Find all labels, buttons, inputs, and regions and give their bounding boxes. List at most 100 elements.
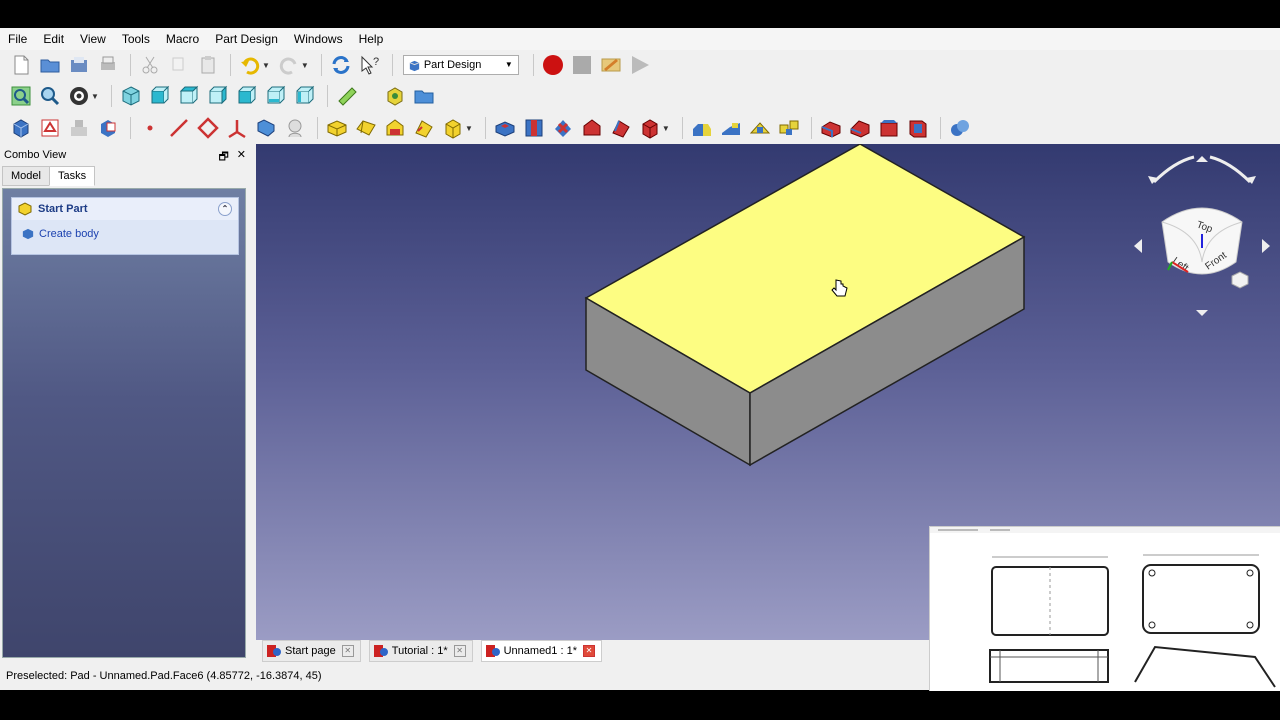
polar-pattern-button[interactable] bbox=[747, 115, 773, 141]
collapse-icon[interactable]: ⌃ bbox=[218, 202, 232, 216]
view-right-button[interactable] bbox=[205, 83, 231, 109]
view-rear-button[interactable] bbox=[234, 83, 260, 109]
menu-macro[interactable]: Macro bbox=[158, 28, 207, 50]
edit-macro-button[interactable] bbox=[598, 52, 624, 78]
reference-drawing-overlay bbox=[929, 526, 1280, 691]
create-group-button[interactable] bbox=[411, 83, 437, 109]
close-icon[interactable]: ✕ bbox=[583, 645, 595, 657]
paste-button[interactable] bbox=[195, 52, 221, 78]
save-button[interactable] bbox=[66, 52, 92, 78]
chevron-down-icon[interactable]: ▼ bbox=[465, 124, 473, 133]
draw-style-button[interactable] bbox=[66, 83, 92, 109]
menu-part-design[interactable]: Part Design bbox=[207, 28, 286, 50]
menu-tools[interactable]: Tools bbox=[114, 28, 158, 50]
fit-all-button[interactable] bbox=[8, 83, 34, 109]
additive-loft-button[interactable] bbox=[382, 115, 408, 141]
measure-button[interactable] bbox=[334, 83, 360, 109]
arrow-left-icon[interactable] bbox=[1134, 239, 1142, 253]
rotate-right-arrow[interactable] bbox=[1209, 155, 1252, 184]
create-body-link[interactable]: Create body bbox=[12, 220, 238, 240]
doc-tab-unnamed1[interactable]: Unnamed1 : 1* ✕ bbox=[480, 640, 602, 662]
chevron-down-icon[interactable]: ▼ bbox=[262, 61, 270, 70]
menu-file[interactable]: File bbox=[0, 28, 35, 50]
redo-button[interactable] bbox=[276, 52, 302, 78]
validate-sketch-button[interactable] bbox=[66, 115, 92, 141]
subtractive-primitive-button[interactable] bbox=[637, 115, 663, 141]
navigation-cube[interactable]: Top Left Front bbox=[1134, 155, 1270, 316]
local-cs-button[interactable] bbox=[224, 115, 250, 141]
multitransform-button[interactable] bbox=[776, 115, 802, 141]
tab-tasks[interactable]: Tasks bbox=[48, 166, 96, 186]
additive-primitive-button[interactable] bbox=[440, 115, 466, 141]
separator bbox=[130, 117, 131, 139]
arrow-up-icon[interactable] bbox=[1196, 156, 1208, 162]
create-part-button[interactable] bbox=[382, 83, 408, 109]
groove-button[interactable] bbox=[550, 115, 576, 141]
hole-button[interactable] bbox=[521, 115, 547, 141]
subtractive-loft-button[interactable] bbox=[579, 115, 605, 141]
copy-button[interactable] bbox=[166, 52, 192, 78]
stop-macro-button[interactable] bbox=[569, 52, 595, 78]
linear-pattern-button[interactable] bbox=[718, 115, 744, 141]
menu-edit[interactable]: Edit bbox=[35, 28, 72, 50]
view-top-button[interactable] bbox=[176, 83, 202, 109]
print-icon bbox=[101, 56, 115, 70]
separator bbox=[810, 117, 812, 139]
datum-point-button[interactable] bbox=[137, 115, 163, 141]
boolean-button[interactable] bbox=[947, 115, 973, 141]
close-icon[interactable]: ✕ bbox=[453, 645, 466, 657]
print-button[interactable] bbox=[95, 52, 121, 78]
clone-button[interactable] bbox=[282, 115, 308, 141]
refresh-button[interactable] bbox=[328, 52, 354, 78]
shape-binder-button[interactable] bbox=[253, 115, 279, 141]
chevron-down-icon[interactable]: ▼ bbox=[91, 92, 99, 101]
chamfer-button[interactable] bbox=[847, 115, 873, 141]
subtractive-pipe-button[interactable] bbox=[608, 115, 634, 141]
tab-model[interactable]: Model bbox=[2, 166, 50, 186]
view-bottom-button[interactable] bbox=[263, 83, 289, 109]
workbench-select[interactable]: Part Design ▼ bbox=[402, 55, 519, 75]
map-sketch-button[interactable] bbox=[95, 115, 121, 141]
view-left-button[interactable] bbox=[292, 83, 318, 109]
mirrored-button[interactable] bbox=[689, 115, 715, 141]
close-icon[interactable]: ✕ bbox=[341, 645, 354, 657]
draft-button[interactable] bbox=[876, 115, 902, 141]
new-document-button[interactable] bbox=[8, 52, 34, 78]
datum-plane-button[interactable] bbox=[195, 115, 221, 141]
top-view-icon bbox=[179, 85, 199, 104]
datum-line-button[interactable] bbox=[166, 115, 192, 141]
undo-button[interactable] bbox=[237, 52, 263, 78]
run-macro-button[interactable] bbox=[627, 52, 653, 78]
arrow-down-icon[interactable] bbox=[1196, 310, 1208, 316]
menu-view[interactable]: View bbox=[72, 28, 114, 50]
view-menu-cube-icon[interactable] bbox=[1231, 271, 1249, 289]
arrow-right-icon[interactable] bbox=[1262, 239, 1270, 253]
task-title: Start Part bbox=[38, 203, 88, 215]
doc-tab-tutorial[interactable]: Tutorial : 1* ✕ bbox=[368, 640, 473, 662]
view-isometric-button[interactable] bbox=[118, 83, 144, 109]
create-sketch-button[interactable] bbox=[37, 115, 63, 141]
revolution-button[interactable] bbox=[353, 115, 379, 141]
view-front-button[interactable] bbox=[147, 83, 173, 109]
close-icon[interactable]: ✕ bbox=[237, 148, 246, 167]
menu-windows[interactable]: Windows bbox=[286, 28, 351, 50]
fit-selection-button[interactable] bbox=[37, 83, 63, 109]
thickness-button[interactable] bbox=[905, 115, 931, 141]
chevron-down-icon[interactable]: ▼ bbox=[301, 61, 309, 70]
separator bbox=[532, 54, 534, 76]
pocket-button[interactable] bbox=[492, 115, 518, 141]
open-button[interactable] bbox=[37, 52, 63, 78]
fillet-button[interactable] bbox=[818, 115, 844, 141]
rotate-left-arrow[interactable] bbox=[1152, 155, 1195, 184]
additive-pipe-button[interactable] bbox=[411, 115, 437, 141]
cut-button[interactable] bbox=[137, 52, 163, 78]
whats-this-button[interactable]: ? bbox=[357, 52, 383, 78]
menu-help[interactable]: Help bbox=[351, 28, 392, 50]
float-icon[interactable]: 🗗 bbox=[218, 148, 228, 167]
pad-button[interactable] bbox=[324, 115, 350, 141]
create-body-button[interactable] bbox=[8, 115, 34, 141]
chevron-down-icon[interactable]: ▼ bbox=[662, 124, 670, 133]
create-body-label: Create body bbox=[39, 228, 99, 240]
record-macro-button[interactable] bbox=[540, 52, 566, 78]
doc-tab-start-page[interactable]: Start page ✕ bbox=[262, 640, 361, 662]
